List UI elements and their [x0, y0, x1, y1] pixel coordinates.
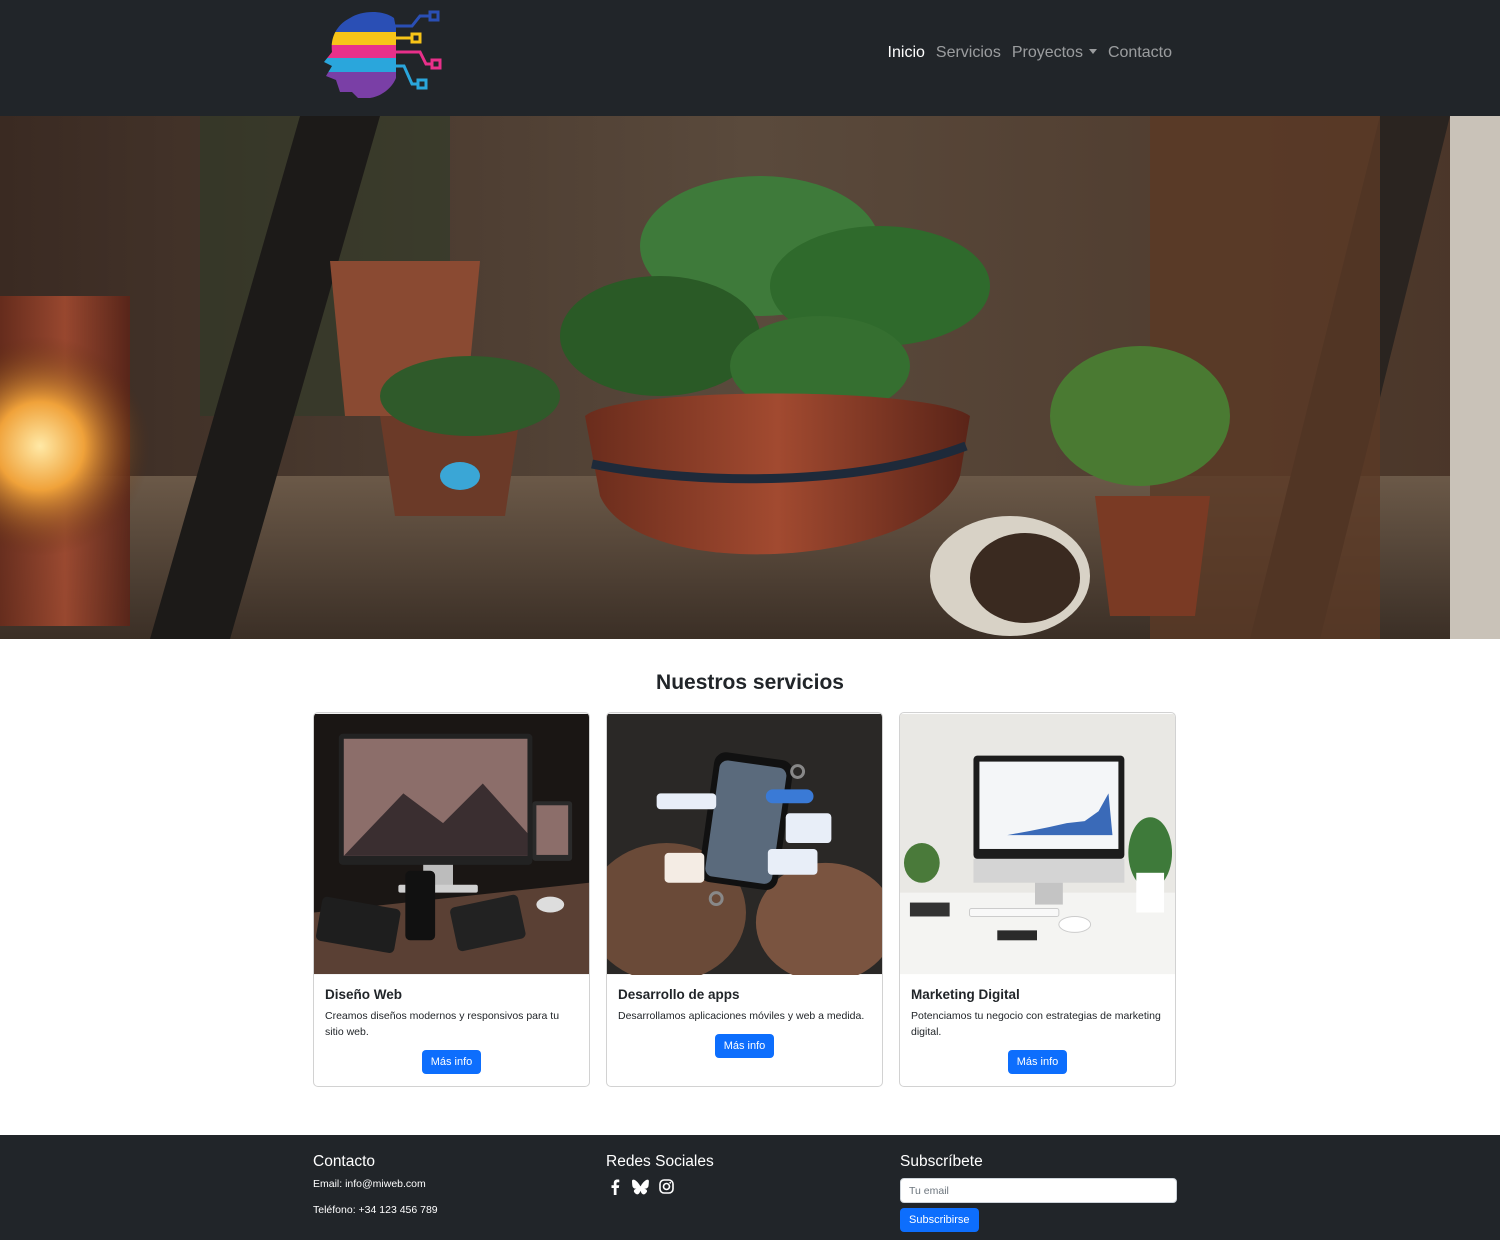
footer-subscribe: Subscríbete Subscribirse [900, 1153, 1177, 1232]
section-title: Nuestros servicios [656, 671, 844, 694]
service-card-marketing: Marketing Digital Potenciamos tu negocio… [899, 712, 1176, 1087]
card-text: Creamos diseños modernos y responsivos p… [325, 1010, 560, 1038]
footer-contact: Contacto Email: info@miweb.com Teléfono:… [313, 1153, 438, 1230]
desk-analytics-photo [900, 713, 1175, 975]
footer-phone: Teléfono: +34 123 456 789 [313, 1204, 438, 1216]
service-card-app-dev: Desarrollo de apps Desarrollamos aplicac… [606, 712, 883, 1087]
footer-email: Email: info@miweb.com [313, 1178, 426, 1190]
devices-mockup-photo [314, 713, 589, 975]
nav-contacto[interactable]: Contacto [1108, 44, 1172, 62]
hero-image [0, 116, 1500, 639]
email-field[interactable] [900, 1178, 1177, 1203]
card-text: Potenciamos tu negocio con estrategias d… [911, 1010, 1161, 1038]
footer-social: Redes Sociales [606, 1153, 714, 1195]
subscribe-button[interactable]: Subscribirse [900, 1208, 979, 1232]
navbar: Inicio Servicios Proyectos Contacto [0, 0, 1500, 116]
card-text: Desarrollamos aplicaciones móviles y web… [618, 1010, 865, 1022]
card-title: Diseño Web [325, 987, 403, 1002]
footer-subscribe-title: Subscríbete [900, 1153, 983, 1170]
facebook-icon[interactable] [606, 1178, 623, 1195]
nav-inicio[interactable]: Inicio [888, 44, 925, 62]
card-title: Marketing Digital [911, 987, 1020, 1002]
bluesky-icon[interactable] [632, 1178, 649, 1195]
footer: Contacto Email: info@miweb.com Teléfono:… [0, 1135, 1500, 1240]
card-title: Desarrollo de apps [618, 987, 740, 1002]
footer-social-title: Redes Sociales [606, 1153, 714, 1170]
footer-contact-title: Contacto [313, 1153, 376, 1170]
phone-app-photo [607, 713, 882, 975]
mas-info-button[interactable]: Más info [1007, 1050, 1068, 1074]
potted-plants-photo [0, 116, 1500, 639]
nav-proyectos-label: Proyectos [1011, 44, 1083, 61]
head-circuit-logo[interactable] [322, 8, 448, 102]
instagram-icon[interactable] [658, 1178, 675, 1195]
nav-proyectos-dropdown[interactable]: Proyectos [1012, 44, 1097, 62]
mas-info-button[interactable]: Más info [714, 1034, 775, 1058]
nav-servicios[interactable]: Servicios [936, 44, 1001, 62]
service-card-web-design: Diseño Web Creamos diseños modernos y re… [313, 712, 590, 1087]
mas-info-button[interactable]: Más info [421, 1050, 482, 1074]
chevron-down-icon [1088, 49, 1097, 54]
services-cards: Diseño Web Creamos diseños modernos y re… [313, 712, 1177, 1087]
